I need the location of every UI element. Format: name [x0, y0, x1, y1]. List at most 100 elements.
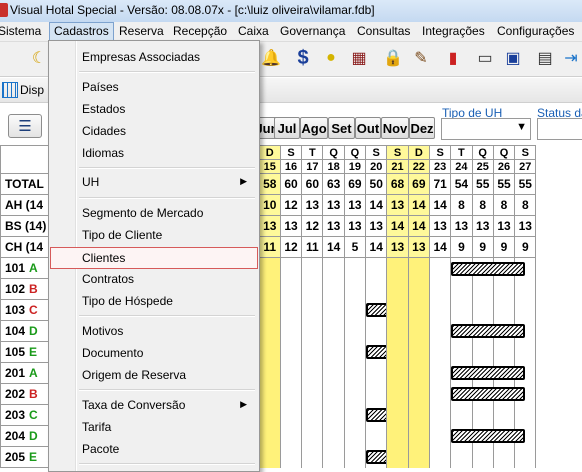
room-day-cell[interactable]	[343, 446, 367, 468]
room-day-cell[interactable]	[365, 341, 388, 363]
room-day-cell[interactable]	[365, 299, 388, 321]
room-day-cell[interactable]	[301, 383, 324, 405]
room-day-cell[interactable]	[514, 404, 537, 426]
menu-cadastros[interactable]: Cadastros	[49, 22, 114, 42]
room-day-cell[interactable]	[301, 446, 324, 468]
room-day-cell[interactable]	[322, 257, 345, 279]
room-day-cell[interactable]	[407, 383, 430, 405]
menu-item-tipo-de-cliente[interactable]: Tipo de Cliente	[51, 225, 255, 245]
summary-value[interactable]: 14	[365, 236, 388, 258]
reservation-block[interactable]	[451, 324, 526, 339]
menu-item-clientes[interactable]: Clientes	[50, 247, 258, 269]
table-icon[interactable]: ▤	[534, 47, 556, 69]
summary-value[interactable]: 5	[343, 236, 367, 258]
room-day-cell[interactable]	[386, 320, 409, 342]
room-day-cell[interactable]	[343, 341, 367, 363]
room-day-cell[interactable]	[365, 278, 388, 300]
room-day-cell[interactable]	[322, 446, 345, 468]
menu-recepo[interactable]: Recepção	[173, 24, 227, 38]
room-day-cell[interactable]	[301, 341, 324, 363]
summary-value[interactable]: 58	[258, 173, 281, 195]
room-day-cell[interactable]	[492, 278, 516, 300]
month-button-set[interactable]: Set	[328, 117, 355, 139]
room-day-cell[interactable]	[450, 299, 473, 321]
summary-value[interactable]: 13	[428, 215, 452, 237]
broom-icon[interactable]: ✎	[410, 47, 432, 69]
room-day-cell[interactable]	[514, 299, 537, 321]
room-day-cell[interactable]	[450, 257, 526, 279]
room-day-cell[interactable]	[322, 383, 345, 405]
room-day-cell[interactable]	[386, 257, 409, 279]
room-day-cell[interactable]	[258, 257, 281, 279]
document-tab[interactable]: Disp	[20, 83, 44, 97]
room-day-cell[interactable]	[386, 446, 409, 468]
room-day-cell[interactable]	[428, 383, 452, 405]
room-day-cell[interactable]	[343, 425, 367, 447]
reservation-block[interactable]	[451, 366, 526, 381]
summary-value[interactable]: 55	[514, 173, 537, 195]
summary-value[interactable]: 68	[386, 173, 409, 195]
room-day-cell[interactable]	[301, 299, 324, 321]
dollar-icon[interactable]: $	[292, 47, 314, 69]
room-day-cell[interactable]	[407, 278, 430, 300]
room-day-cell[interactable]	[301, 362, 324, 384]
menu-item-contratos[interactable]: Contratos	[51, 269, 255, 289]
menu-item-cidades[interactable]: Cidades	[51, 121, 255, 141]
room-day-cell[interactable]	[322, 341, 345, 363]
room-day-cell[interactable]	[471, 278, 494, 300]
room-day-cell[interactable]	[450, 425, 526, 447]
reservation-block[interactable]	[451, 261, 526, 276]
room-day-cell[interactable]	[322, 320, 345, 342]
room-day-cell[interactable]	[365, 425, 388, 447]
list-view-button[interactable]: ☰	[8, 114, 42, 138]
menu-caixa[interactable]: Caixa	[238, 24, 269, 38]
summary-value[interactable]: 14	[428, 236, 452, 258]
room-day-cell[interactable]	[258, 362, 281, 384]
room-day-cell[interactable]	[258, 320, 281, 342]
summary-value[interactable]: 13	[301, 194, 324, 216]
summary-value[interactable]: 10	[258, 194, 281, 216]
room-day-cell[interactable]	[258, 404, 281, 426]
reservation-block[interactable]	[366, 450, 386, 465]
menu-item-idiomas[interactable]: Idiomas	[51, 143, 255, 163]
bell-icon[interactable]: 🔔	[260, 47, 282, 69]
room-day-cell[interactable]	[258, 383, 281, 405]
room-day-cell[interactable]	[301, 425, 324, 447]
room-day-cell[interactable]	[471, 341, 494, 363]
summary-value[interactable]: 11	[301, 236, 324, 258]
room-day-cell[interactable]	[386, 425, 409, 447]
reservation-block[interactable]	[366, 303, 386, 318]
room-day-cell[interactable]	[492, 341, 516, 363]
summary-value[interactable]: 13	[492, 215, 516, 237]
room-day-cell[interactable]	[279, 446, 303, 468]
menu-item-estados[interactable]: Estados	[51, 99, 255, 119]
menu-item-tipo-de-h-spede[interactable]: Tipo de Hóspede	[51, 291, 255, 311]
room-day-cell[interactable]	[279, 278, 303, 300]
summary-value[interactable]: 13	[365, 215, 388, 237]
menu-item-tarifa[interactable]: Tarifa	[51, 417, 255, 437]
room-day-cell[interactable]	[386, 404, 409, 426]
room-day-cell[interactable]	[365, 404, 388, 426]
menu-item-pacote[interactable]: Pacote	[51, 439, 255, 459]
room-day-cell[interactable]	[492, 446, 516, 468]
summary-value[interactable]: 54	[450, 173, 473, 195]
room-day-cell[interactable]	[365, 320, 388, 342]
summary-value[interactable]: 12	[279, 236, 303, 258]
room-day-cell[interactable]	[322, 299, 345, 321]
menu-item-origem-de-reserva[interactable]: Origem de Reserva	[51, 365, 255, 385]
month-button-dez[interactable]: Dez	[409, 117, 435, 139]
room-day-cell[interactable]	[258, 341, 281, 363]
room-day-cell[interactable]	[450, 446, 473, 468]
summary-value[interactable]: 13	[514, 215, 537, 237]
month-button-jul[interactable]: Jul	[274, 117, 300, 139]
moon-icon[interactable]: ☾	[28, 47, 50, 69]
menu-item-uh[interactable]: UH ▶	[51, 172, 255, 192]
room-day-cell[interactable]	[428, 299, 452, 321]
menu-configuraes[interactable]: Configurações	[497, 24, 574, 38]
menu-item-taxa-de-convers-o[interactable]: Taxa de Conversão ▶	[51, 395, 255, 415]
summary-value[interactable]: 13	[386, 236, 409, 258]
room-day-cell[interactable]	[407, 341, 430, 363]
menu-item-pa-ses[interactable]: Países	[51, 77, 255, 97]
room-day-cell[interactable]	[428, 425, 452, 447]
room-day-cell[interactable]	[450, 404, 473, 426]
